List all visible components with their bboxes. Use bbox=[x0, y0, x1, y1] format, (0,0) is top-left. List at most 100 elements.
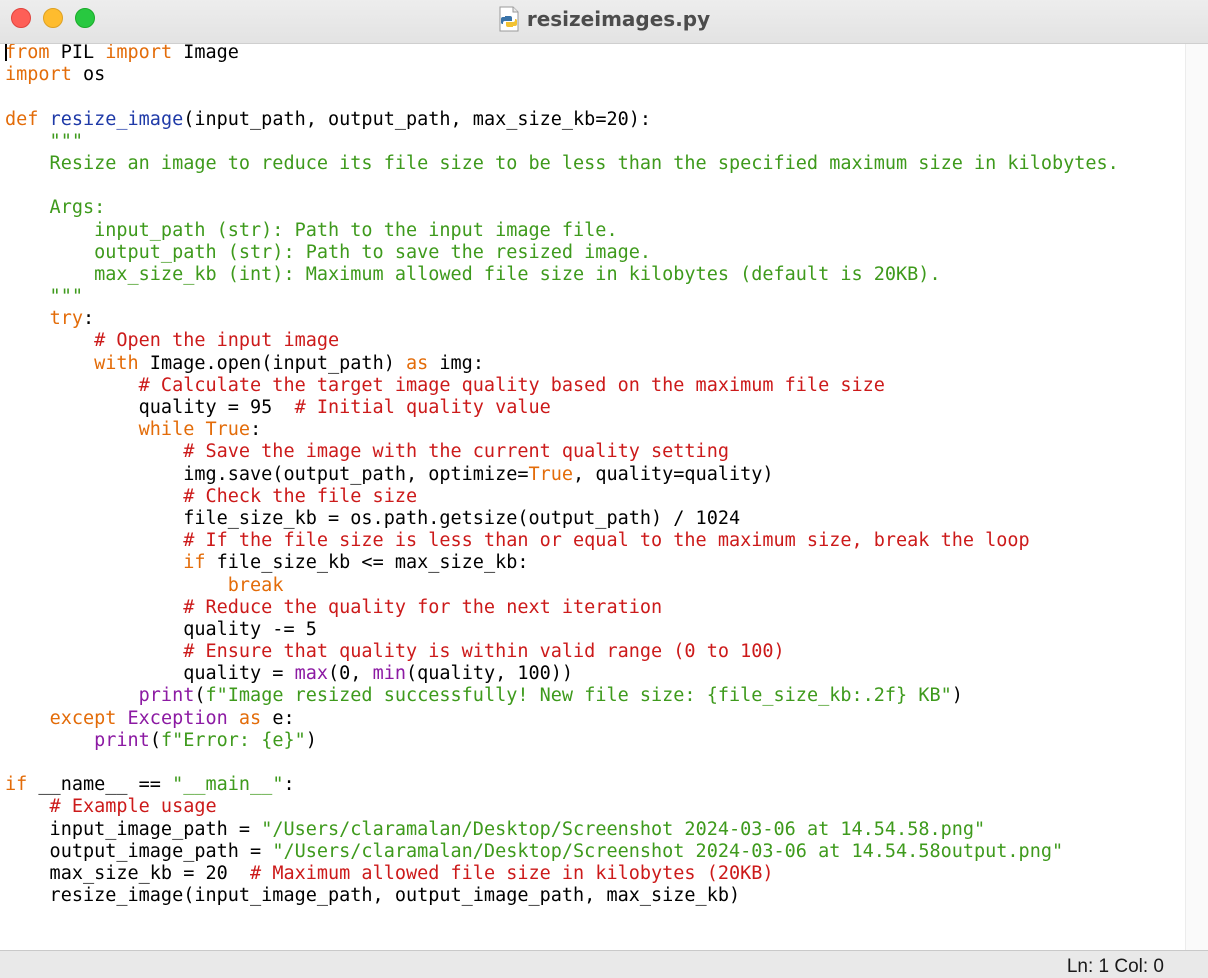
code-token: "__main__" bbox=[172, 774, 284, 796]
code-token: resize_image bbox=[49, 108, 184, 130]
code-line: # Ensure that quality is within valid ra… bbox=[5, 641, 1183, 663]
code-token: (quality, 100)) bbox=[406, 663, 574, 685]
code-token: # Reduce the quality for the next iterat… bbox=[5, 596, 663, 618]
code-line: quality = 95 # Initial quality value bbox=[5, 397, 1183, 419]
code-token: Exception bbox=[127, 707, 228, 729]
code-token: PIL bbox=[49, 44, 106, 63]
code-token: True bbox=[205, 419, 251, 441]
code-token: ( bbox=[194, 685, 206, 707]
code-token: quality = 95 bbox=[5, 397, 295, 418]
code-token: quality = bbox=[5, 663, 295, 685]
code-token: min bbox=[372, 663, 406, 685]
code-line: import os bbox=[5, 64, 1183, 86]
code-line: input_image_path = "/Users/claramalan/De… bbox=[5, 819, 1183, 841]
python-file-icon bbox=[498, 6, 520, 32]
code-token: # Initial quality value bbox=[294, 397, 551, 418]
window-title: resizeimages.py bbox=[526, 7, 711, 31]
code-line: max_size_kb (int): Maximum allowed file … bbox=[5, 264, 1183, 286]
code-line: # Reduce the quality for the next iterat… bbox=[5, 597, 1183, 619]
code-token: try bbox=[49, 308, 83, 330]
code-token: (0, bbox=[328, 663, 373, 685]
code-token: e: bbox=[261, 707, 295, 729]
code-token: input_path (str): Path to the input imag… bbox=[5, 219, 618, 241]
code-token: # Example usage bbox=[5, 796, 217, 818]
code-token: def bbox=[5, 108, 39, 130]
code-line: def resize_image(input_path, output_path… bbox=[5, 109, 1183, 131]
code-line: if file_size_kb <= max_size_kb: bbox=[5, 552, 1183, 574]
code-line: resize_image(input_image_path, output_im… bbox=[5, 885, 1183, 907]
code-token: (input_path, output_path, max_size_kb=20… bbox=[183, 108, 652, 130]
code-token: as bbox=[405, 352, 429, 374]
code-line: with Image.open(input_path) as img: bbox=[5, 353, 1183, 375]
code-token: Args: bbox=[5, 197, 106, 219]
code-line: try: bbox=[5, 308, 1183, 330]
code-line: # Open the input image bbox=[5, 330, 1183, 352]
code-line: max_size_kb = 20 # Maximum allowed file … bbox=[5, 863, 1183, 885]
code-line: """ bbox=[5, 286, 1183, 308]
code-token: output_path (str): Path to save the resi… bbox=[5, 241, 652, 263]
code-token: : bbox=[283, 774, 295, 796]
code-token: except bbox=[49, 707, 117, 729]
code-line: Resize an image to reduce its file size … bbox=[5, 153, 1183, 175]
code-line: print(f"Error: {e}") bbox=[5, 730, 1183, 752]
code-token: print bbox=[138, 685, 195, 707]
code-token: # Check the file size bbox=[5, 485, 418, 507]
code-token: ( bbox=[149, 729, 161, 751]
code-token: max_size_kb = 20 bbox=[5, 862, 251, 884]
code-token: f"Error: {e}" bbox=[160, 729, 306, 751]
code-token: # Open the input image bbox=[5, 330, 340, 352]
code-token: img.save(output_path, optimize= bbox=[5, 463, 529, 485]
code-token: as bbox=[238, 707, 262, 729]
code-token: if bbox=[183, 552, 206, 574]
code-token: : bbox=[82, 308, 95, 330]
code-line: if __name__ == "__main__": bbox=[5, 774, 1183, 796]
code-token: quality -= 5 bbox=[5, 618, 317, 640]
code-token: # Calculate the target image quality bas… bbox=[5, 374, 885, 396]
code-token: if bbox=[5, 774, 28, 796]
code-token: import bbox=[105, 44, 173, 63]
code-token: Image bbox=[172, 44, 239, 63]
code-token: img: bbox=[428, 352, 484, 374]
code-token: max_size_kb (int): Maximum allowed file … bbox=[5, 263, 941, 285]
code-line: """ bbox=[5, 131, 1183, 153]
code-line: print(f"Image resized successfully! New … bbox=[5, 685, 1183, 707]
code-line: except Exception as e: bbox=[5, 708, 1183, 730]
code-line: # Calculate the target image quality bas… bbox=[5, 375, 1183, 397]
code-token: output_image_path = bbox=[5, 840, 273, 862]
window-title-group: resizeimages.py bbox=[0, 0, 1208, 38]
code-line: quality = max(0, min(quality, 100)) bbox=[5, 663, 1183, 685]
code-token: ) bbox=[305, 729, 317, 751]
code-token: print bbox=[94, 729, 150, 751]
code-token: input_image_path = bbox=[5, 818, 262, 840]
code-token: with bbox=[94, 352, 139, 374]
code-token: : bbox=[250, 419, 262, 441]
code-token: resize_image(input_image_path, output_im… bbox=[5, 885, 741, 907]
code-token: "/Users/claramalan/Desktop/Screenshot 20… bbox=[272, 840, 1064, 862]
code-line: output_path (str): Path to save the resi… bbox=[5, 242, 1183, 264]
code-line: # If the file size is less than or equal… bbox=[5, 530, 1183, 552]
code-editor[interactable]: from PIL import Image import os def resize… bbox=[0, 44, 1208, 950]
code-token: os bbox=[71, 64, 106, 86]
vertical-scrollbar[interactable] bbox=[1185, 44, 1208, 950]
code-text[interactable]: from PIL import Image import os def resize… bbox=[5, 44, 1183, 907]
status-bar: Ln: 1 Col: 0 bbox=[0, 950, 1208, 978]
code-token: , quality=quality) bbox=[573, 463, 774, 485]
code-line: Args: bbox=[5, 197, 1183, 219]
title-bar: resizeimages.py bbox=[0, 0, 1208, 44]
code-line: input_path (str): Path to the input imag… bbox=[5, 220, 1183, 242]
code-line: while True: bbox=[5, 419, 1183, 441]
code-token: """ bbox=[5, 130, 83, 152]
code-token: f"Image resized successfully! New file s… bbox=[205, 685, 952, 707]
code-token: """ bbox=[5, 286, 83, 308]
code-line: output_image_path = "/Users/claramalan/D… bbox=[5, 841, 1183, 863]
